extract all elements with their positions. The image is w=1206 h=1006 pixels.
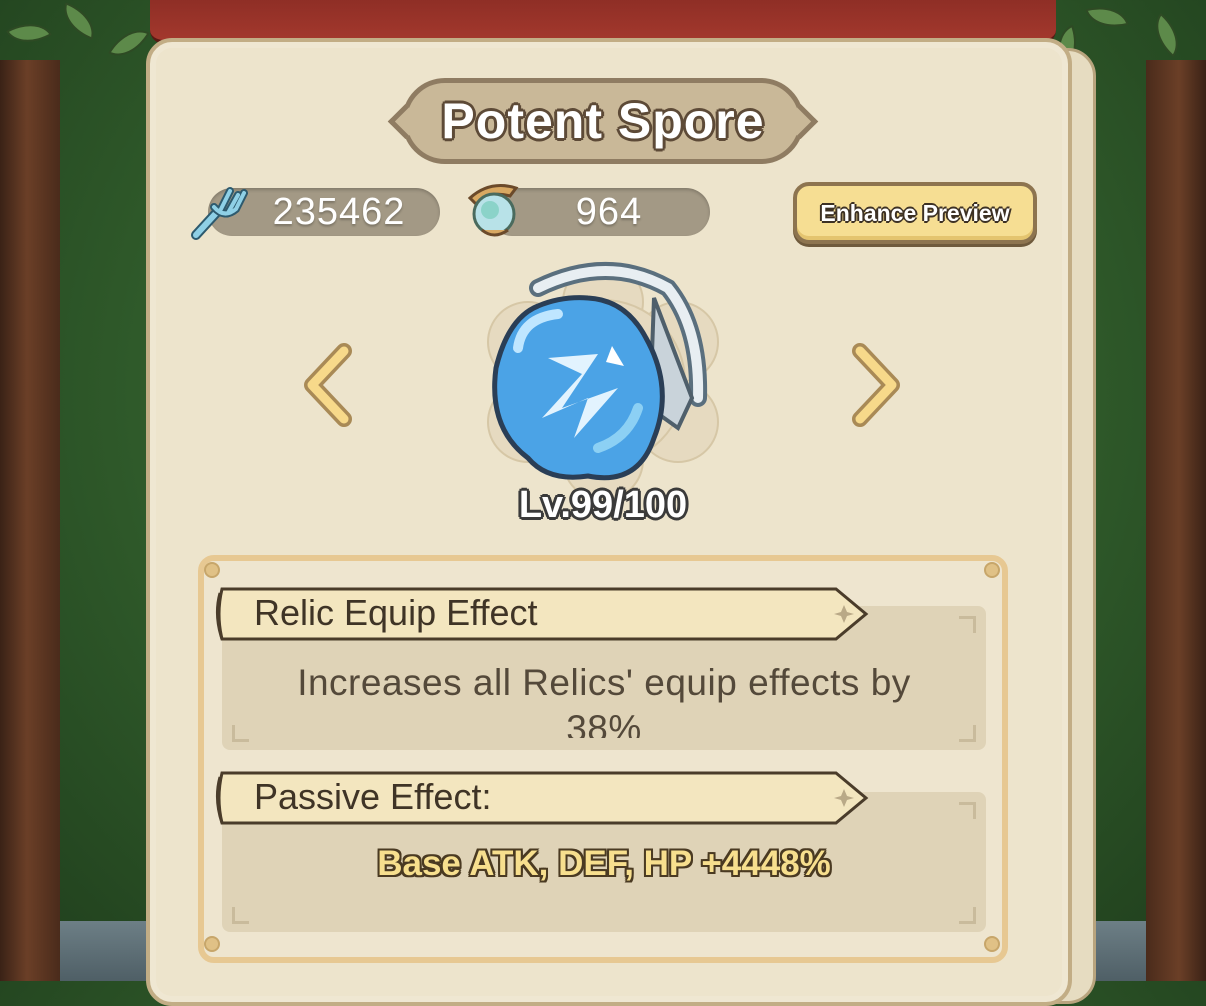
enhance-preview-label: Enhance Preview: [820, 199, 1010, 226]
equip-effect-desc-line2: 38%: [566, 708, 642, 738]
spore-currency-icon: [467, 184, 519, 237]
left-wood-pillar: [0, 60, 60, 981]
chevron-left-icon[interactable]: [300, 343, 356, 427]
leaf-icon: [1085, 0, 1129, 35]
leaf-icon: [56, 2, 102, 40]
card-corner: [959, 616, 976, 633]
rivet: [984, 562, 1000, 578]
equip-effect-scroll[interactable]: Increases all Relics' equip effects by 3…: [222, 660, 986, 738]
fork-icon: [191, 187, 248, 240]
equip-effect-title: Relic Equip Effect: [254, 592, 538, 633]
chevron-right-icon[interactable]: [848, 343, 904, 427]
right-wood-pillar: [1146, 60, 1206, 981]
rivet: [984, 936, 1000, 952]
leaf-icon: [1144, 12, 1190, 58]
card-corner: [959, 907, 976, 924]
relic-level-label: Lv.99/100: [518, 484, 688, 526]
passive-effect-title: Passive Effect:: [254, 776, 492, 817]
rivet: [204, 936, 220, 952]
spore-currency-value: 964: [575, 190, 643, 233]
card-corner: [232, 907, 249, 924]
rivet: [204, 562, 220, 578]
fork-currency-value: 235462: [272, 190, 406, 233]
leaf-icon: [108, 20, 150, 66]
blue-spore-relic-icon: [492, 262, 708, 481]
relic-name-title: Potent Spore: [441, 93, 765, 149]
leaf-icon: [6, 12, 52, 54]
passive-effect-value: Base ATK, DEF, HP +4448%: [377, 844, 831, 883]
title-plaque: Potent Spore: [402, 78, 804, 164]
enhance-preview-button[interactable]: Enhance Preview: [793, 182, 1037, 244]
equip-effect-desc-line1: Increases all Relics' equip effects by: [297, 662, 911, 703]
card-corner: [959, 802, 976, 819]
